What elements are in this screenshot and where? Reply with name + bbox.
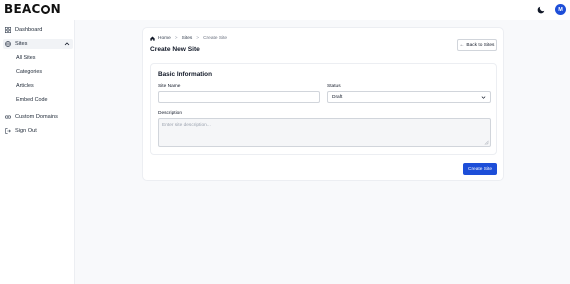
sidebar-subitem-embed-code[interactable]: Embed Code [16, 97, 47, 103]
status-label: Status [327, 84, 341, 89]
user-avatar[interactable]: M [555, 4, 566, 15]
description-placeholder: Enter site description... [162, 123, 211, 128]
breadcrumb-sites[interactable]: Sites [182, 36, 193, 41]
create-site-button[interactable]: Create Site [463, 163, 497, 175]
sidebar-item-custom-domains[interactable]: Custom Domains [5, 112, 71, 122]
top-bar: BEAC N M [0, 0, 570, 20]
status-select[interactable]: Draft [327, 91, 491, 103]
sidebar-item-label: Custom Domains [15, 114, 58, 120]
sidebar-item-label: Dashboard [15, 27, 43, 33]
breadcrumb-home[interactable]: Home [158, 36, 171, 41]
page-title: Create New Site [150, 46, 200, 53]
sidebar: Dashboard Sites All Sites Categories Art… [0, 20, 75, 284]
chevron-up-icon[interactable] [64, 41, 70, 47]
breadcrumb-current: Create Site [203, 36, 228, 41]
logo-text-suffix: N [50, 2, 61, 16]
link-icon [5, 114, 11, 120]
breadcrumb-separator-icon: > [196, 36, 200, 41]
resize-handle-icon[interactable] [484, 140, 489, 145]
site-name-input[interactable] [158, 91, 320, 103]
logo-o-mark [41, 5, 51, 14]
beacon-logo[interactable]: BEAC N [4, 2, 61, 16]
moon-icon[interactable] [536, 5, 546, 15]
logout-icon [5, 128, 11, 134]
create-site-card: Home > Sites > Create Site Create New Si… [142, 27, 504, 181]
back-to-sites-label: Back to Sites [466, 42, 495, 48]
logo-text-prefix: BEAC [4, 2, 41, 16]
basic-information-section: Basic Information Site Name Status Draft… [150, 63, 497, 155]
sidebar-item-sites[interactable]: Sites [3, 39, 73, 49]
globe-icon [5, 41, 11, 47]
sidebar-item-label: Sign Out [15, 128, 37, 134]
grid-icon [5, 27, 11, 33]
sidebar-item-label: Sites [15, 41, 28, 47]
chevron-down-icon [481, 95, 486, 100]
status-select-value: Draft [332, 94, 343, 100]
sidebar-subitem-all-sites[interactable]: All Sites [16, 55, 35, 61]
breadcrumb-separator-icon: > [174, 36, 178, 41]
description-label: Description [158, 111, 182, 116]
home-icon [150, 36, 155, 41]
description-textarea[interactable]: Enter site description... [158, 118, 491, 147]
sidebar-item-dashboard[interactable]: Dashboard [5, 25, 71, 35]
site-name-label: Site Name [158, 84, 181, 89]
section-title: Basic Information [158, 71, 212, 78]
sidebar-item-sign-out[interactable]: Sign Out [5, 126, 71, 136]
arrow-left-icon: ← [459, 42, 465, 48]
sidebar-subitem-categories[interactable]: Categories [16, 69, 42, 75]
back-to-sites-button[interactable]: ← Back to Sites [457, 39, 497, 51]
breadcrumb: Home > Sites > Create Site [150, 36, 227, 41]
sidebar-subitem-articles[interactable]: Articles [16, 83, 34, 89]
